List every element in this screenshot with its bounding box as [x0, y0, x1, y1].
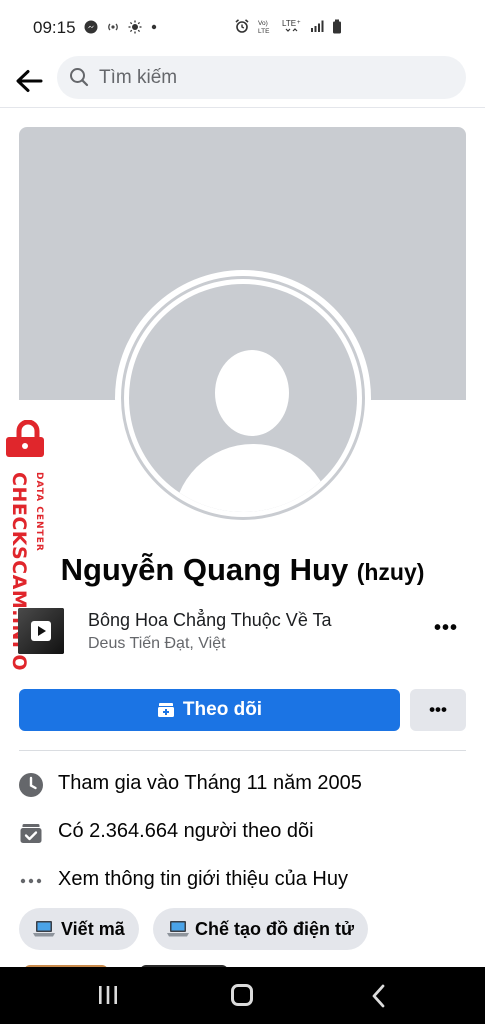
lock-icon: [6, 420, 44, 457]
status-right-icons: Vo) LTE LTE +: [234, 18, 342, 34]
play-icon: [31, 621, 51, 641]
music-thumbnail[interactable]: [18, 608, 64, 654]
svg-text:LTE: LTE: [258, 28, 270, 34]
info-about-text: Xem thông tin giới thiệu của Huy: [58, 868, 348, 890]
laptop-icon: [33, 921, 55, 937]
status-left-icons: [84, 20, 158, 34]
follow-button[interactable]: Theo dõi: [19, 689, 400, 731]
default-avatar-icon: [129, 284, 357, 512]
status-bar: 09:15 Vo) LTE LTE +: [0, 0, 485, 56]
battery-icon: [333, 19, 341, 33]
profile-music[interactable]: Bông Hoa Chẳng Thuộc Về Ta Deus Tiến Đạt…: [18, 607, 468, 657]
info-about-link[interactable]: Xem thông tin giới thiệu của Huy: [18, 864, 468, 898]
back-nav-icon[interactable]: [370, 984, 388, 1008]
music-title: Bông Hoa Chẳng Thuộc Về Ta: [88, 610, 332, 630]
profile-avatar[interactable]: [115, 270, 371, 526]
svg-text:LTE: LTE: [282, 19, 296, 28]
search-bar[interactable]: [57, 56, 466, 99]
hotspot-icon: [108, 23, 118, 31]
info-followers[interactable]: Có 2.364.664 người theo dõi: [18, 816, 468, 850]
follow-label: Theo dõi: [182, 699, 263, 720]
profile-alternate-name: (hzuy): [356, 559, 425, 585]
laptop-icon: [167, 921, 189, 937]
search-header: [0, 56, 485, 108]
search-icon: [70, 68, 89, 87]
music-more-button[interactable]: •••: [430, 617, 462, 643]
ellipsis-icon: [20, 878, 42, 884]
clock-icon: [19, 773, 43, 797]
volte-icon: Vo)LTE: [258, 20, 270, 34]
brightness-icon: [128, 20, 142, 34]
status-time: 09:15: [33, 18, 76, 37]
svg-text:+: +: [297, 20, 301, 26]
arrow-left-icon: [16, 70, 43, 92]
profile-name: Nguyễn Quang Huy: [60, 552, 349, 587]
system-navigation-bar: [0, 967, 485, 1024]
home-icon[interactable]: [231, 984, 253, 1006]
hobby-label: Chế tạo đồ điện tử: [195, 918, 355, 939]
alarm-icon: [235, 19, 249, 33]
dot-icon: [151, 24, 157, 30]
info-followers-text: Có 2.364.664 người theo dõi: [58, 820, 314, 842]
profile-name-row: Nguyễn Quang Huy (hzuy): [0, 552, 485, 588]
messenger-icon: [84, 20, 98, 34]
search-input[interactable]: [99, 56, 449, 99]
recent-apps-icon[interactable]: [97, 985, 119, 1005]
back-button[interactable]: [12, 64, 46, 98]
hobby-chip-coding[interactable]: Viết mã: [19, 908, 139, 950]
more-options-button[interactable]: •••: [410, 689, 466, 731]
svg-text:Vo): Vo): [258, 20, 268, 27]
hobby-label: Viết mã: [61, 918, 125, 939]
music-artist: Deus Tiến Đạt, Việt: [88, 635, 226, 652]
info-joined-text: Tham gia vào Tháng 11 năm 2005: [58, 772, 362, 794]
follow-icon: [157, 703, 174, 717]
signal-icon: [311, 20, 324, 32]
avatar-frame: [121, 276, 365, 520]
followers-icon: [20, 824, 42, 843]
hobby-chip-electronics[interactable]: Chế tạo đồ điện tử: [153, 908, 369, 950]
lte-icon: LTE +: [282, 19, 301, 32]
info-joined: Tham gia vào Tháng 11 năm 2005: [18, 768, 468, 802]
divider: [19, 750, 466, 751]
